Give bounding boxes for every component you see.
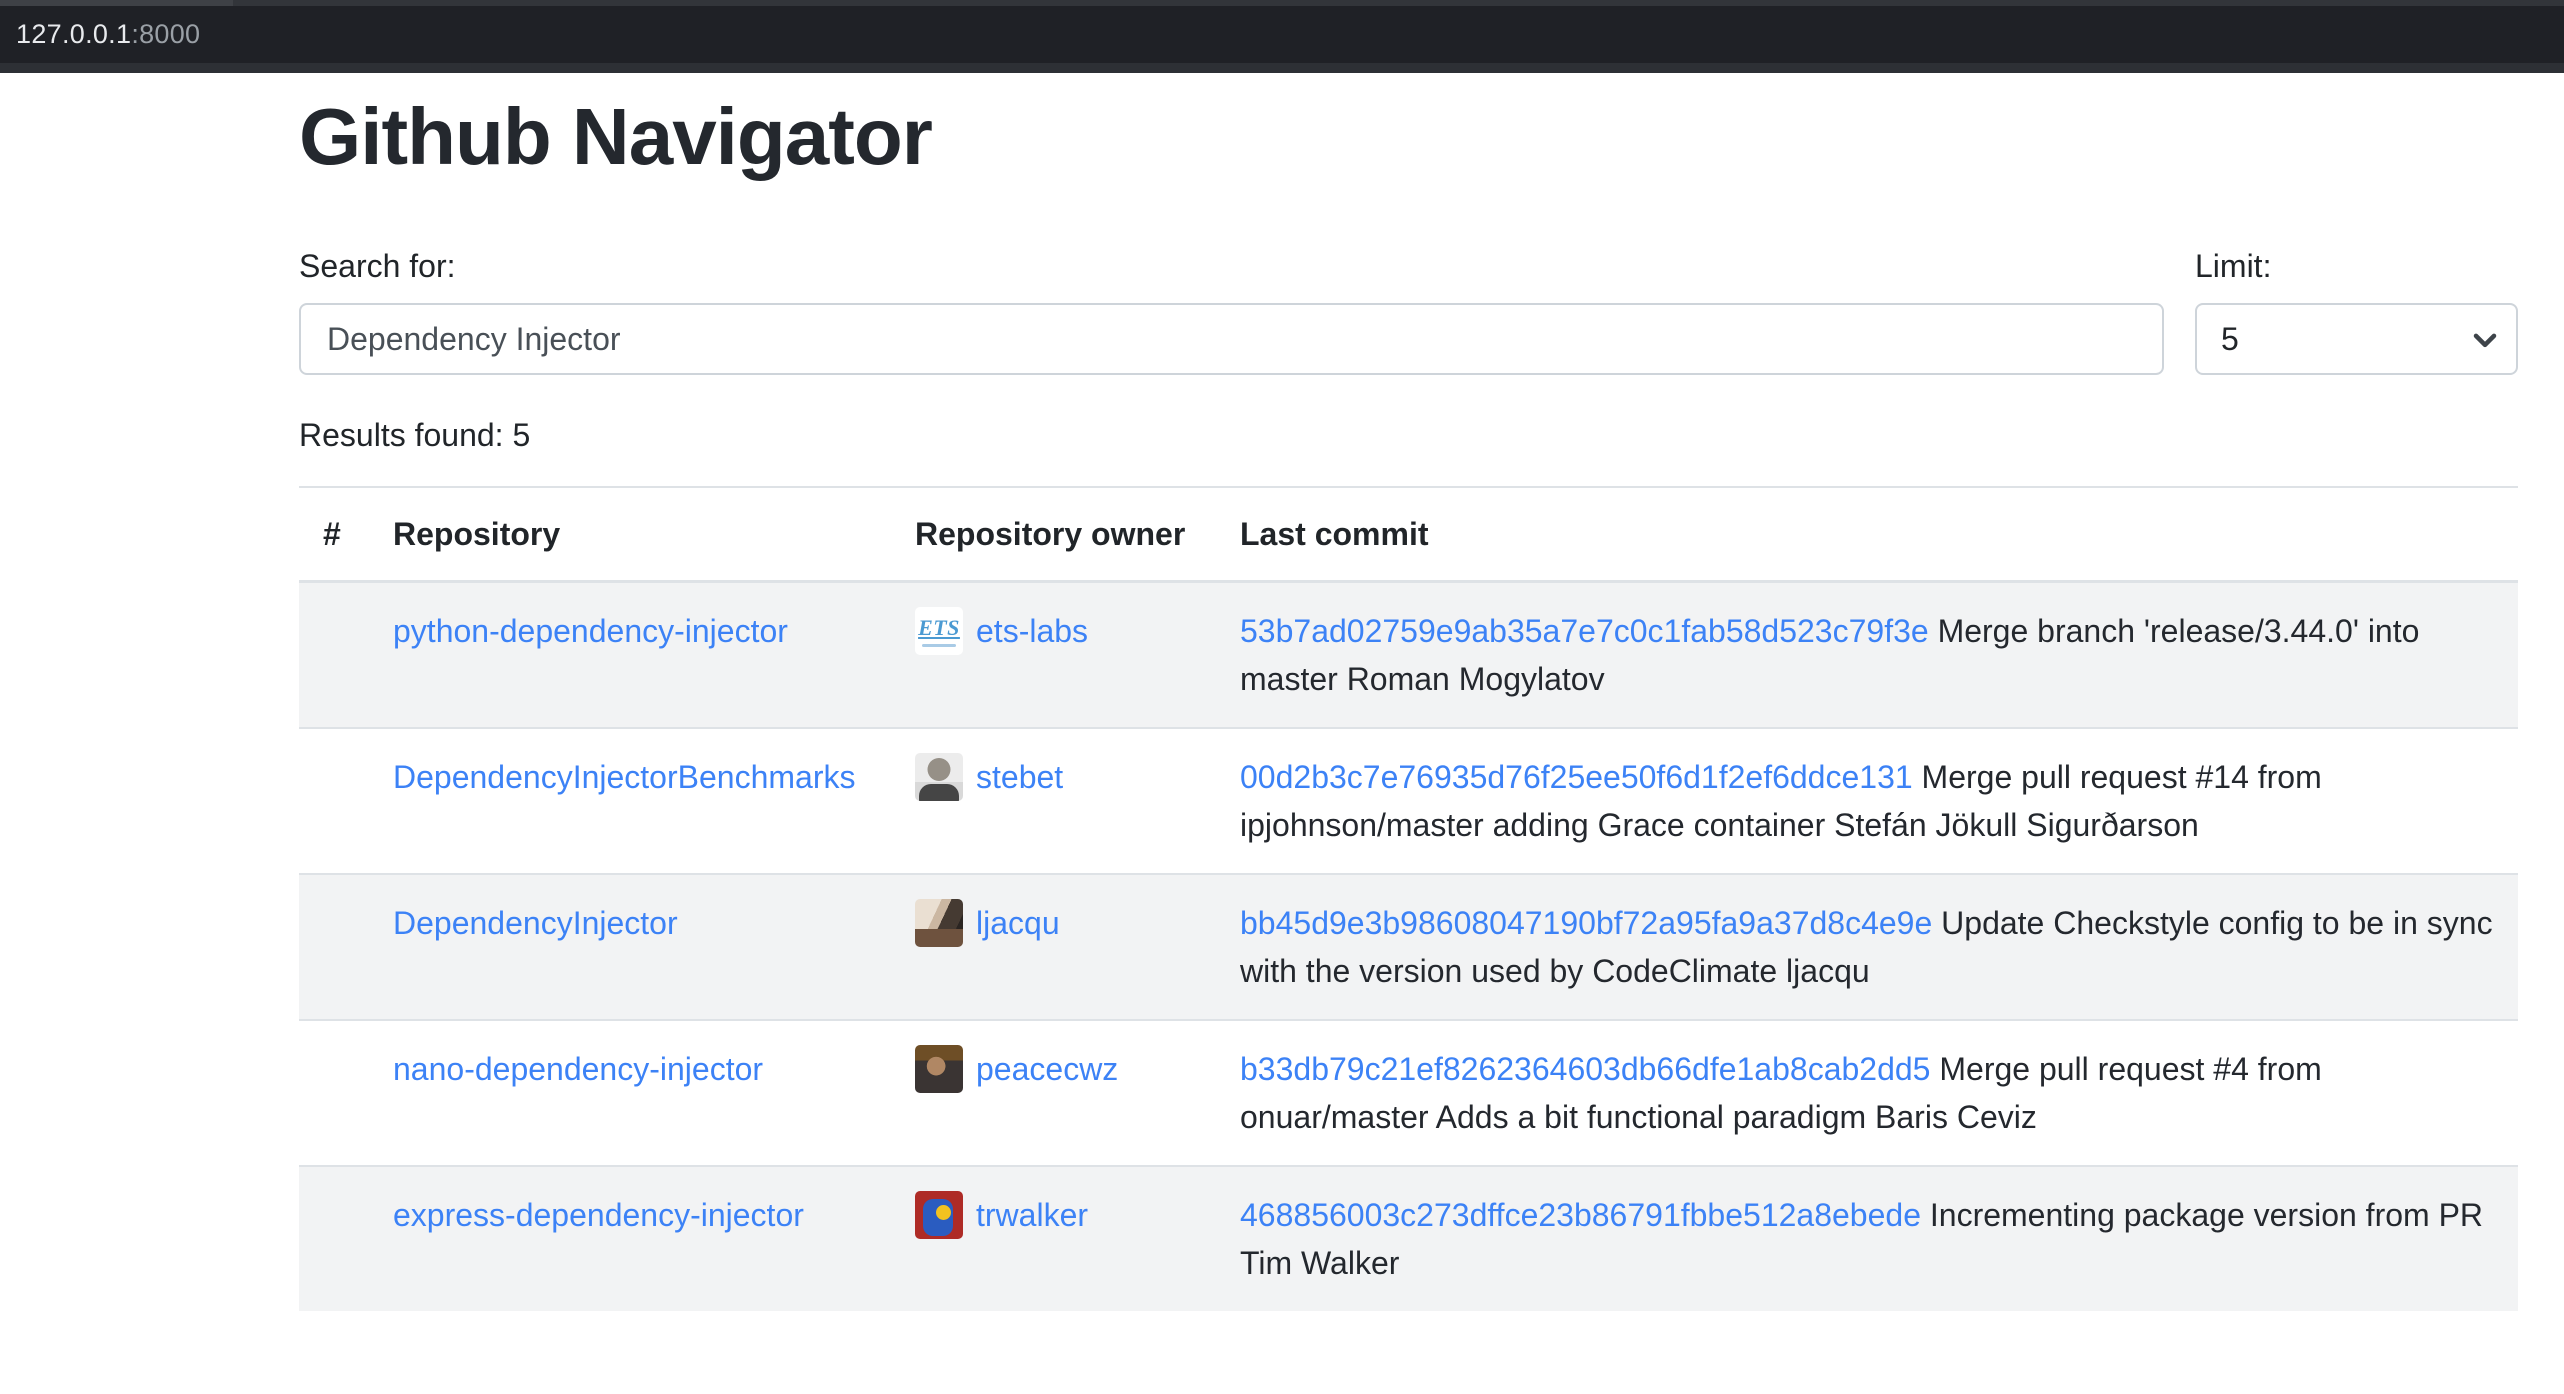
- repo-link[interactable]: python-dependency-injector: [393, 613, 788, 649]
- table-row: nano-dependency-injector peacecwz b33db7…: [299, 1020, 2518, 1166]
- owner-link[interactable]: trwalker: [976, 1191, 1088, 1239]
- search-form: Search for: Limit: 5: [299, 242, 2518, 375]
- search-input[interactable]: [299, 303, 2164, 375]
- row-number-cell: [299, 1020, 369, 1166]
- owner-cell: stebet: [891, 728, 1216, 874]
- table-header: # Repository Repository owner Last commi…: [299, 487, 2518, 582]
- repository-cell: DependencyInjectorBenchmarks: [369, 728, 891, 874]
- owner-cell: peacecwz: [891, 1020, 1216, 1166]
- col-header-owner: Repository owner: [891, 487, 1216, 582]
- owner-avatar: [915, 1045, 963, 1093]
- repo-link[interactable]: nano-dependency-injector: [393, 1051, 763, 1087]
- page-title: Github Navigator: [299, 89, 2518, 185]
- owner-wrap: peacecwz: [915, 1045, 1192, 1093]
- owner-wrap: stebet: [915, 753, 1192, 801]
- repo-link[interactable]: express-dependency-injector: [393, 1197, 804, 1233]
- commit-hash-link[interactable]: 53b7ad02759e9ab35a7e7c0c1fab58d523c79f3e: [1240, 613, 1929, 649]
- table-row: DependencyInjector ljacqu bb45d9e3b98608…: [299, 874, 2518, 1020]
- owner-wrap: ljacqu: [915, 899, 1192, 947]
- commit-hash-link[interactable]: b33db79c21ef8262364603db66dfe1ab8cab2dd5: [1240, 1051, 1930, 1087]
- limit-select[interactable]: 5: [2195, 303, 2518, 375]
- repository-cell: nano-dependency-injector: [369, 1020, 891, 1166]
- commit-cell: bb45d9e3b98608047190bf72a95fa9a37d8c4e9e…: [1216, 874, 2518, 1020]
- url-text: 127.0.0.1:8000: [16, 19, 200, 50]
- commit-cell: 00d2b3c7e76935d76f25ee50f6d1f2ef6ddce131…: [1216, 728, 2518, 874]
- repository-cell: python-dependency-injector: [369, 582, 891, 729]
- commit-hash-link[interactable]: bb45d9e3b98608047190bf72a95fa9a37d8c4e9e: [1240, 905, 1932, 941]
- table-body: python-dependency-injector ETS ets-labs …: [299, 582, 2518, 1312]
- owner-avatar: [915, 899, 963, 947]
- table-row: python-dependency-injector ETS ets-labs …: [299, 582, 2518, 729]
- search-label: Search for:: [299, 242, 2164, 290]
- owner-link[interactable]: peacecwz: [976, 1045, 1118, 1093]
- limit-field-group: Limit: 5: [2195, 242, 2518, 375]
- row-number-cell: [299, 1166, 369, 1311]
- owner-wrap: ETS ets-labs: [915, 607, 1192, 655]
- avatar-tagline: [922, 644, 956, 647]
- owner-link[interactable]: ljacqu: [976, 899, 1060, 947]
- commit-hash-link[interactable]: 00d2b3c7e76935d76f25ee50f6d1f2ef6ddce131: [1240, 759, 1913, 795]
- commit-cell: 468856003c273dffce23b86791fbbe512a8ebede…: [1216, 1166, 2518, 1311]
- owner-avatar: ETS: [915, 607, 963, 655]
- repository-cell: express-dependency-injector: [369, 1166, 891, 1311]
- repository-cell: DependencyInjector: [369, 874, 891, 1020]
- col-header-last-commit: Last commit: [1216, 487, 2518, 582]
- owner-avatar: [915, 753, 963, 801]
- owner-link[interactable]: ets-labs: [976, 607, 1088, 655]
- avatar-text: ETS: [915, 617, 963, 639]
- col-header-number: #: [299, 487, 369, 582]
- limit-label: Limit:: [2195, 242, 2518, 290]
- browser-address-bar[interactable]: 127.0.0.1:8000: [0, 6, 2564, 63]
- owner-cell: ETS ets-labs: [891, 582, 1216, 729]
- url-host: 127.0.0.1: [16, 19, 131, 49]
- row-number-cell: [299, 728, 369, 874]
- commit-hash-link[interactable]: 468856003c273dffce23b86791fbbe512a8ebede: [1240, 1197, 1921, 1233]
- browser-chrome: 127.0.0.1:8000: [0, 0, 2564, 73]
- owner-cell: ljacqu: [891, 874, 1216, 1020]
- search-field-group: Search for:: [299, 242, 2164, 375]
- owner-cell: trwalker: [891, 1166, 1216, 1311]
- row-number-cell: [299, 582, 369, 729]
- commit-cell: b33db79c21ef8262364603db66dfe1ab8cab2dd5…: [1216, 1020, 2518, 1166]
- results-table: # Repository Repository owner Last commi…: [299, 486, 2518, 1311]
- owner-wrap: trwalker: [915, 1191, 1192, 1239]
- col-header-repository: Repository: [369, 487, 891, 582]
- table-row: DependencyInjectorBenchmarks stebet 00d2…: [299, 728, 2518, 874]
- table-row: express-dependency-injector trwalker 468…: [299, 1166, 2518, 1311]
- owner-avatar: [915, 1191, 963, 1239]
- browser-tab-strip: [0, 0, 2564, 6]
- repo-link[interactable]: DependencyInjectorBenchmarks: [393, 759, 855, 795]
- limit-select-wrap: 5: [2195, 303, 2518, 375]
- browser-toolbar-edge: [0, 63, 2564, 73]
- page-content: Github Navigator Search for: Limit: 5 Re…: [0, 73, 2564, 1311]
- row-number-cell: [299, 874, 369, 1020]
- commit-cell: 53b7ad02759e9ab35a7e7c0c1fab58d523c79f3e…: [1216, 582, 2518, 729]
- results-count: Results found: 5: [299, 411, 2518, 459]
- url-port: :8000: [131, 19, 200, 49]
- repo-link[interactable]: DependencyInjector: [393, 905, 678, 941]
- owner-link[interactable]: stebet: [976, 753, 1063, 801]
